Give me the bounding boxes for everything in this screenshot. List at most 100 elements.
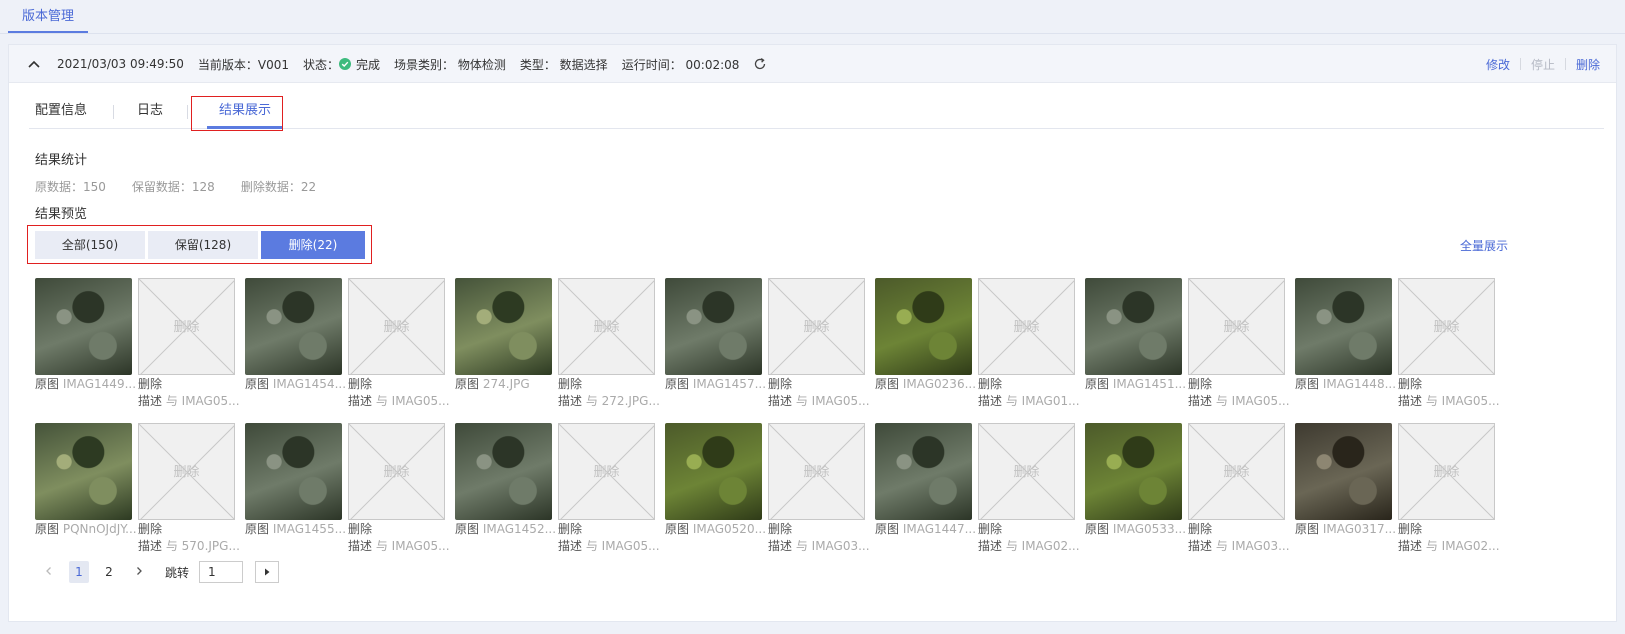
next-page-button[interactable] [129, 561, 149, 583]
delete-label: 删除 [768, 522, 793, 536]
page-2-button[interactable]: 2 [99, 561, 119, 583]
caption-label: 原图 [245, 522, 270, 536]
deleted-image-placeholder[interactable]: 删除 [1398, 423, 1495, 520]
caption-filename: IMAG1451.... [1112, 377, 1187, 391]
original-image-thumb[interactable] [1085, 278, 1182, 375]
description-text: 与 IMAG02... [1005, 539, 1080, 553]
chevron-up-icon[interactable] [25, 55, 43, 73]
delete-label: 删除 [558, 377, 583, 391]
original-image-thumb[interactable] [245, 423, 342, 520]
delete-button[interactable]: 删除 [1576, 56, 1600, 73]
filter-all-button[interactable]: 全部(150) [35, 231, 145, 259]
filter-kept-button[interactable]: 保留(128) [148, 231, 258, 259]
delete-label: 删除 [558, 522, 583, 536]
description-text: 与 IMAG05... [1215, 394, 1290, 408]
pagination: 1 2 跳转 [39, 561, 280, 583]
deleted-image-placeholder[interactable]: 删除 [138, 423, 235, 520]
original-image-thumb[interactable] [875, 423, 972, 520]
version-header: 2021/03/03 09:49:50 当前版本：V001 状态： 完成 场景类… [9, 45, 1616, 83]
caption-filename: IMAG0533.... [1112, 522, 1187, 536]
page-1-button[interactable]: 1 [69, 561, 89, 583]
original-image-caption: 原图 IMAG1451.... [1085, 377, 1187, 392]
original-image-thumb[interactable] [1295, 423, 1392, 520]
tab-config-info[interactable]: 配置信息 [35, 97, 87, 129]
description-label: 描述 [138, 394, 163, 408]
delete-label: 删除 [1188, 377, 1213, 391]
caption-filename: IMAG1455.... [272, 522, 347, 536]
description-text: 与 IMAG01... [1005, 394, 1080, 408]
job-type: 类型： 数据选择 [519, 57, 608, 72]
deleted-image-description: 描述 与 IMAG05... [1398, 394, 1500, 409]
deleted-count: 删除数据：22 [240, 180, 317, 194]
deleted-image-description: 描述 与 570.JPG... [138, 539, 240, 554]
deleted-image-caption: 删除 [558, 377, 660, 392]
original-image-thumb[interactable] [455, 423, 552, 520]
description-text: 与 IMAG02... [1425, 539, 1500, 553]
description-label: 描述 [1398, 539, 1423, 553]
original-image-thumb[interactable] [455, 278, 552, 375]
description-text: 与 IMAG05... [1425, 394, 1500, 408]
jump-go-button[interactable] [255, 561, 280, 583]
tab-log[interactable]: 日志 [137, 97, 163, 129]
description-label: 描述 [768, 394, 793, 408]
original-image-thumb[interactable] [1295, 278, 1392, 375]
caption-filename: PQNnOJdJY... [62, 522, 137, 536]
deleted-image-caption: 删除 [1398, 522, 1500, 537]
original-image-thumb[interactable] [665, 423, 762, 520]
original-image-thumb[interactable] [1085, 423, 1182, 520]
chevron-left-icon [46, 567, 51, 575]
original-image-thumb[interactable] [245, 278, 342, 375]
deleted-image-placeholder[interactable]: 删除 [1188, 278, 1285, 375]
refresh-icon[interactable] [753, 57, 767, 71]
deleted-image-caption: 删除 [768, 377, 870, 392]
deleted-image-caption: 删除 [1398, 377, 1500, 392]
deleted-image-placeholder[interactable]: 删除 [978, 278, 1075, 375]
deleted-image-placeholder[interactable]: 删除 [768, 278, 865, 375]
deleted-image-placeholder[interactable]: 删除 [138, 278, 235, 375]
deleted-image-placeholder[interactable]: 删除 [978, 423, 1075, 520]
deleted-image-placeholder[interactable]: 删除 [768, 423, 865, 520]
filter-deleted-button[interactable]: 删除(22) [261, 231, 365, 259]
deleted-image-caption: 删除 [978, 377, 1080, 392]
tab-version-management[interactable]: 版本管理 [8, 0, 88, 33]
deleted-image-placeholder[interactable]: 删除 [348, 423, 445, 520]
deleted-image-caption: 删除 [138, 522, 240, 537]
caption-label: 原图 [455, 377, 480, 391]
original-image-thumb[interactable] [35, 423, 132, 520]
description-text: 与 IMAG05... [585, 539, 660, 553]
deleted-image-placeholder[interactable]: 删除 [558, 423, 655, 520]
original-image-caption: 原图 IMAG0533.... [1085, 522, 1187, 537]
description-label: 描述 [558, 394, 583, 408]
prev-page-button[interactable] [39, 561, 59, 583]
caption-label: 原图 [1295, 522, 1320, 536]
caption-label: 原图 [1295, 377, 1320, 391]
original-image-thumb[interactable] [665, 278, 762, 375]
original-image-caption: 原图 274.JPG [455, 377, 557, 392]
jump-page-input[interactable] [199, 561, 244, 583]
description-text: 与 570.JPG... [165, 539, 240, 553]
original-image-thumb[interactable] [35, 278, 132, 375]
chevron-right-icon [137, 567, 142, 575]
delete-label: 删除 [1188, 522, 1213, 536]
description-text: 与 272.JPG... [585, 394, 660, 408]
stop-button[interactable]: 停止 [1531, 56, 1555, 73]
detail-tabs: 配置信息 日志 结果展示 [29, 97, 1604, 129]
placeholder-label: 删除 [383, 320, 410, 335]
caption-label: 原图 [1085, 377, 1110, 391]
deleted-image-placeholder[interactable]: 删除 [348, 278, 445, 375]
deleted-image-description: 描述 与 IMAG03... [1188, 539, 1290, 554]
description-text: 与 IMAG03... [795, 539, 870, 553]
deleted-image-placeholder[interactable]: 删除 [1398, 278, 1495, 375]
status-value: 完成 [356, 57, 381, 72]
original-image-thumb[interactable] [875, 278, 972, 375]
tab-result-display[interactable]: 结果展示 [207, 97, 283, 129]
deleted-image-caption: 删除 [348, 377, 450, 392]
status-label: 状态： [303, 57, 340, 72]
deleted-image-placeholder[interactable]: 删除 [1188, 423, 1285, 520]
delete-label: 删除 [768, 377, 793, 391]
result-preview-title: 结果预览 [35, 207, 88, 222]
edit-button[interactable]: 修改 [1486, 56, 1510, 73]
deleted-image-placeholder[interactable]: 删除 [558, 278, 655, 375]
full-show-link[interactable]: 全量展示 [1460, 237, 1508, 254]
placeholder-label: 删除 [1433, 320, 1460, 335]
